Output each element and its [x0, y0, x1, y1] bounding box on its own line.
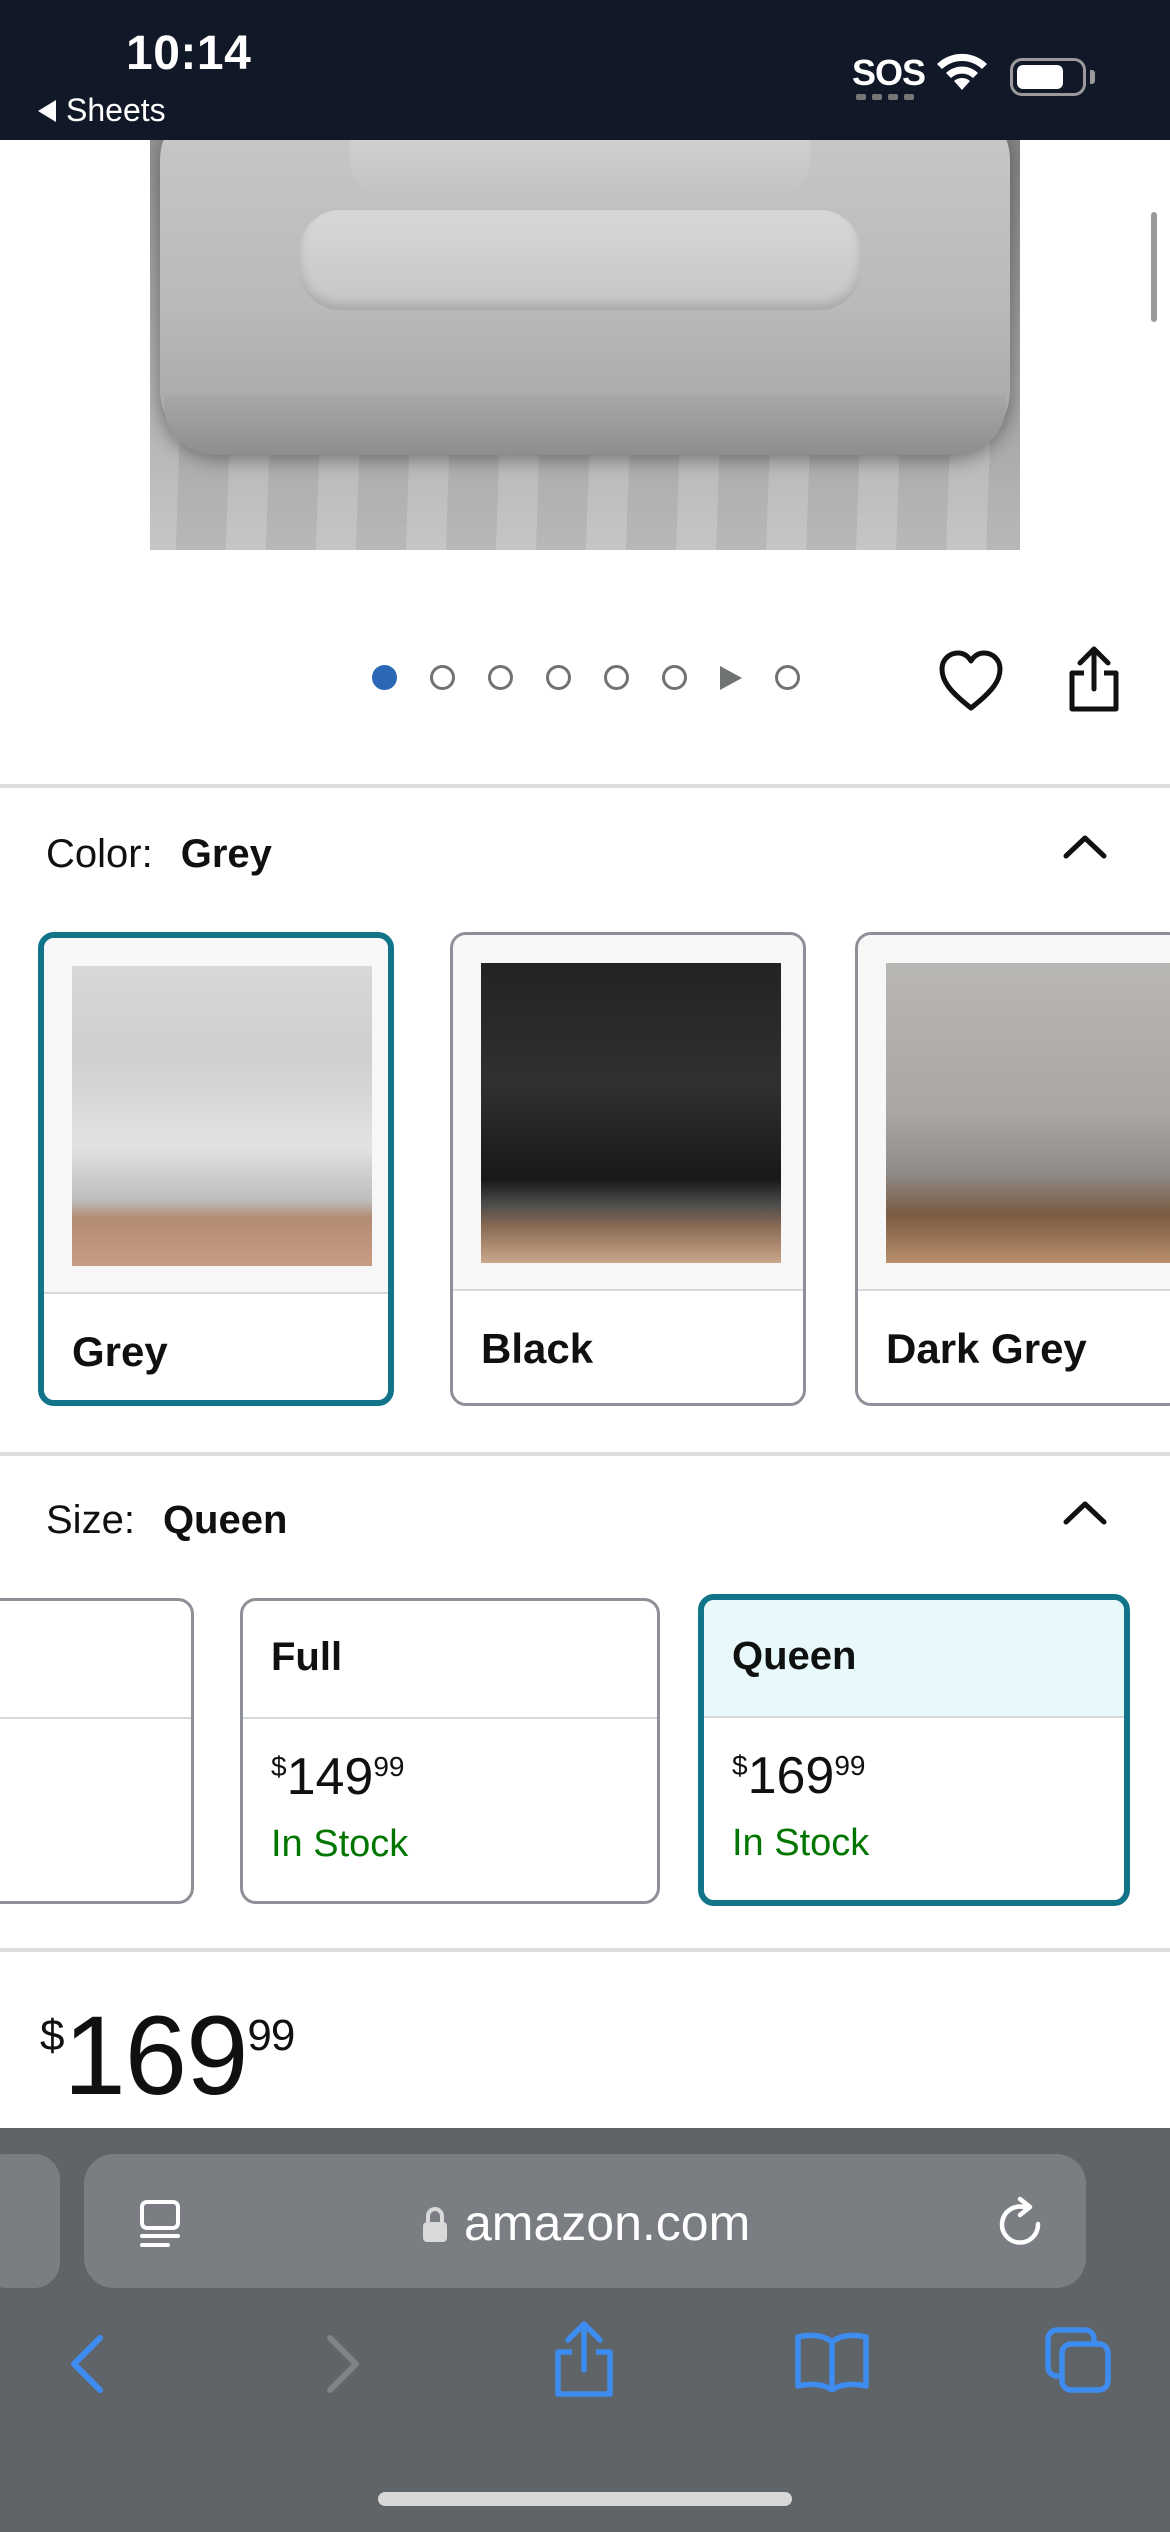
size-option-price: $14999 — [271, 1748, 405, 1806]
share-sheet-icon[interactable] — [552, 2320, 616, 2400]
home-indicator — [378, 2492, 792, 2506]
grey-swatch-image — [72, 966, 372, 1266]
color-selector-label: Color: Grey — [46, 832, 272, 877]
color-option-name: Grey — [72, 1328, 168, 1375]
size-option-partial[interactable] — [0, 1598, 194, 1904]
size-label: Size: — [46, 1498, 135, 1542]
reload-icon[interactable] — [994, 2194, 1046, 2250]
size-option-queen[interactable]: Queen $16999 In Stock — [698, 1594, 1130, 1906]
bookmarks-icon[interactable] — [794, 2330, 870, 2392]
product-image[interactable] — [150, 140, 1020, 550]
carousel-dot[interactable] — [488, 665, 513, 690]
carousel-video-icon[interactable] — [720, 665, 742, 690]
selected-color-value: Grey — [180, 832, 272, 876]
product-price: $16999 — [40, 1993, 295, 2118]
color-option-dark-grey[interactable]: Dark Grey — [855, 932, 1170, 1406]
size-option-name: Full — [271, 1635, 343, 1679]
back-arrow-icon[interactable] — [68, 2334, 108, 2394]
tabs-icon[interactable] — [1044, 2326, 1114, 2396]
back-triangle-icon — [38, 99, 56, 122]
size-option-name: Queen — [732, 1634, 857, 1678]
status-bar: 10:14 Sheets SOS — [0, 0, 1170, 140]
share-icon[interactable] — [1066, 645, 1122, 715]
color-option-name: Dark Grey — [886, 1325, 1087, 1372]
battery-icon — [1010, 58, 1086, 96]
back-app-label: Sheets — [66, 92, 166, 128]
size-option-full[interactable]: Full $14999 In Stock — [240, 1598, 660, 1904]
forward-arrow-icon[interactable] — [322, 2334, 362, 2394]
wifi-icon — [937, 53, 987, 90]
carousel-dot-active[interactable] — [372, 665, 397, 690]
previous-tab-preview[interactable] — [0, 2154, 60, 2288]
stock-status: In Stock — [732, 1822, 870, 1864]
image-carousel-dots[interactable] — [372, 665, 800, 690]
clock: 10:14 — [126, 27, 252, 80]
carousel-dot[interactable] — [430, 665, 455, 690]
reader-icon[interactable] — [136, 2198, 184, 2250]
black-swatch-image — [481, 963, 781, 1263]
carousel-dot[interactable] — [604, 665, 629, 690]
signal-dots — [856, 94, 914, 100]
section-divider — [0, 784, 1170, 788]
section-divider — [0, 1452, 1170, 1456]
url-text: amazon.com — [464, 2195, 751, 2251]
carousel-dot[interactable] — [775, 665, 800, 690]
chevron-up-icon[interactable] — [1062, 832, 1108, 860]
dark-grey-swatch-image — [886, 963, 1170, 1263]
chevron-up-icon[interactable] — [1062, 1498, 1108, 1526]
carousel-dot[interactable] — [546, 665, 571, 690]
color-option-grey[interactable]: Grey — [38, 932, 394, 1406]
lock-icon — [423, 2207, 447, 2242]
scrollbar[interactable] — [1151, 212, 1157, 322]
size-option-price: $16999 — [732, 1747, 866, 1805]
section-divider — [0, 1948, 1170, 1952]
color-option-black[interactable]: Black — [450, 932, 806, 1406]
size-selector-label: Size: Queen — [46, 1498, 287, 1543]
selected-size-value: Queen — [162, 1498, 288, 1542]
back-to-app-link[interactable]: Sheets — [38, 92, 166, 129]
color-option-name: Black — [481, 1325, 594, 1372]
stock-status: In Stock — [271, 1823, 409, 1865]
address-bar[interactable]: amazon.com — [84, 2154, 1086, 2288]
heart-icon[interactable] — [938, 650, 1004, 712]
carousel-dot[interactable] — [662, 665, 687, 690]
color-label: Color: — [46, 832, 153, 876]
sos-indicator: SOS — [852, 52, 926, 93]
battery-nub — [1090, 70, 1095, 84]
